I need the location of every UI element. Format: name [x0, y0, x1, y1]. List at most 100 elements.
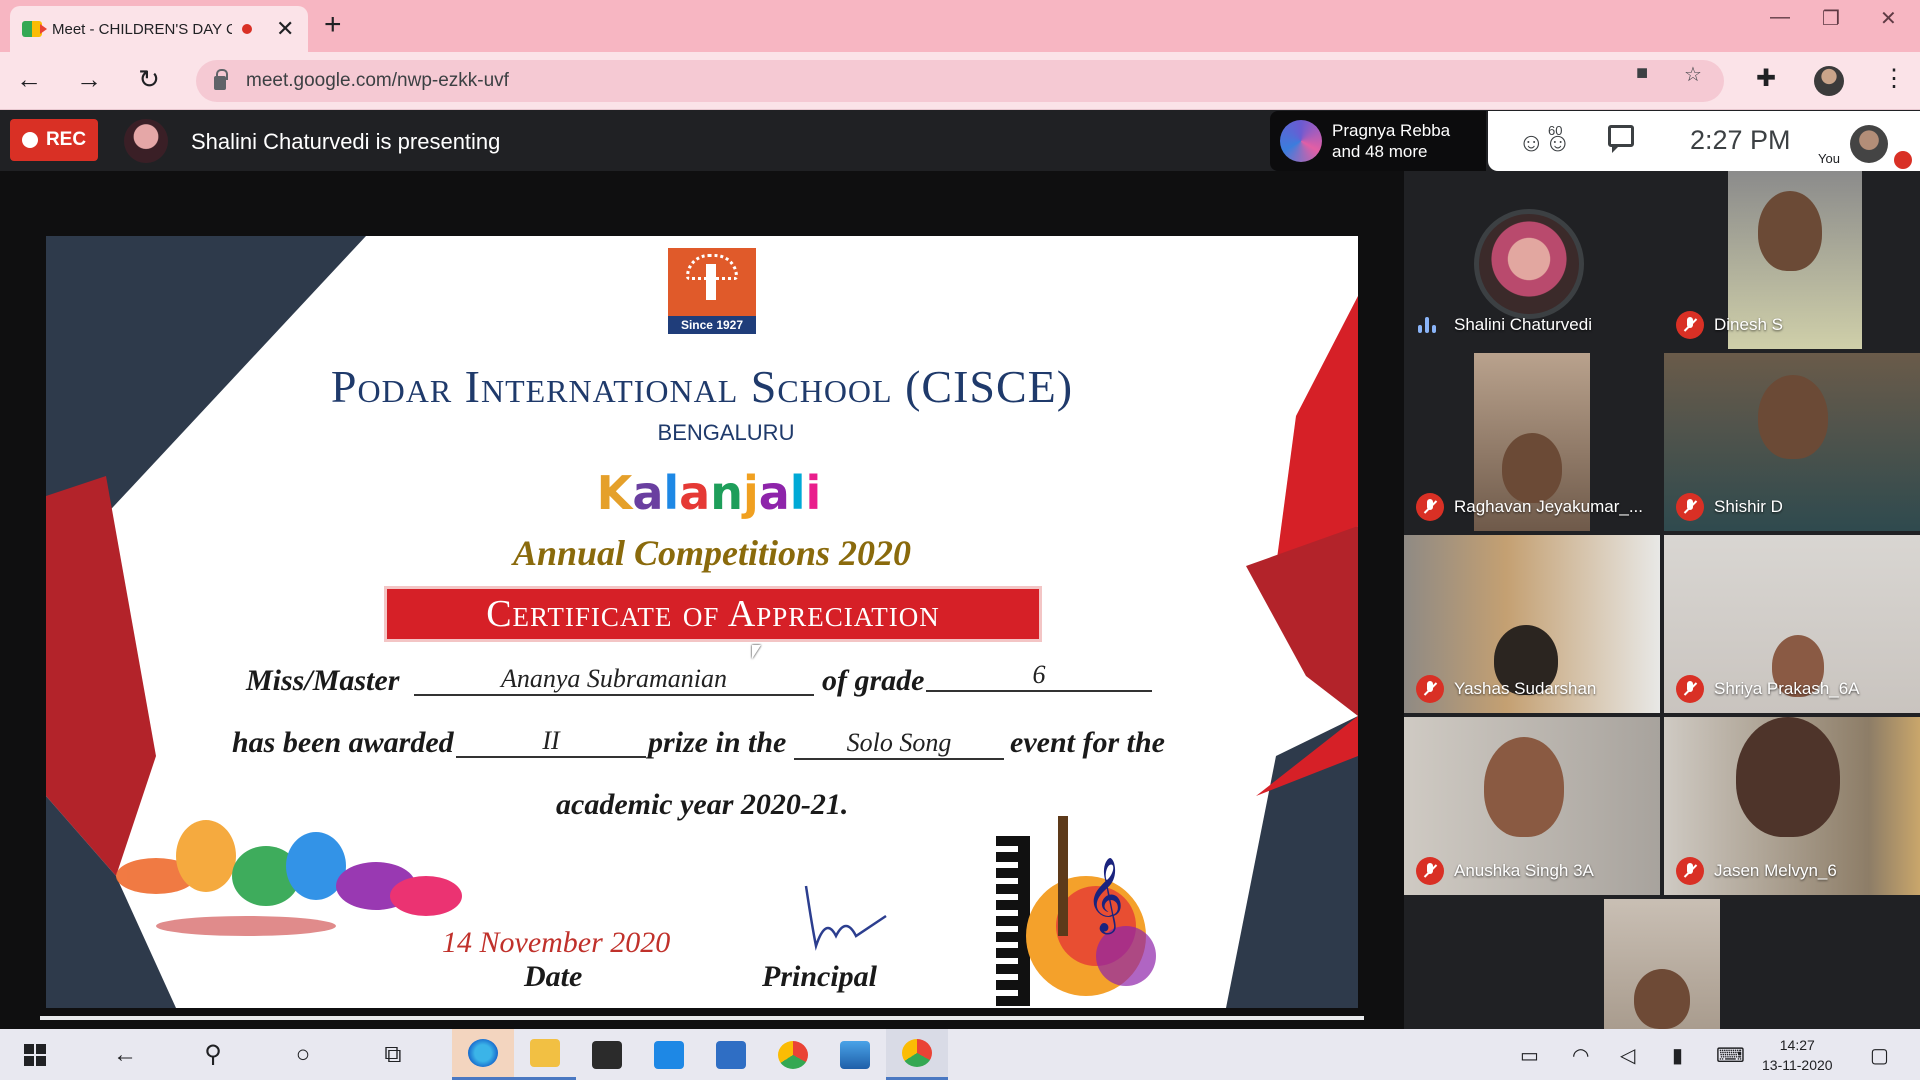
extensions-icon[interactable]: ✚ [1756, 64, 1776, 93]
participants-summary[interactable]: Pragnya Rebba and 48 more [1270, 111, 1486, 171]
participants-line1: Pragnya Rebba [1332, 121, 1451, 140]
store-icon[interactable] [576, 1029, 638, 1080]
file-explorer-icon[interactable] [514, 1029, 576, 1080]
awarded-label: has been awarded [232, 726, 454, 759]
participant-tile[interactable]: Shriya Prakash_6A [1664, 535, 1920, 713]
salutation-label: Miss/Master [246, 664, 400, 697]
muted-mic-icon [1676, 493, 1704, 521]
window-close-button[interactable]: ✕ [1880, 6, 1897, 31]
certificate-slide: 𝄞 Since 1927 Podar International School … [46, 236, 1358, 1008]
muted-mic-icon [1676, 857, 1704, 885]
participant-name: Yashas Sudarshan [1454, 679, 1597, 698]
forward-arrow-icon[interactable]: → [72, 64, 106, 95]
camera-icon[interactable]: ■ [1636, 62, 1648, 85]
meet-header: REC Shalini Chaturvedi is presenting Pra… [0, 111, 1920, 171]
lenovo-app-icon[interactable] [638, 1029, 700, 1080]
battery-icon[interactable]: ▭ [1520, 1043, 1539, 1068]
presenter-avatar [124, 119, 168, 163]
principal-label: Principal [762, 960, 878, 993]
system-clock[interactable]: 14:27 13-11-2020 [1762, 1035, 1833, 1075]
microphone-icon[interactable]: ▮ [1672, 1043, 1683, 1068]
brand-letter: i [805, 466, 822, 520]
participant-face [1758, 375, 1828, 459]
brand-letter: K [596, 466, 633, 520]
wifi-icon[interactable]: ◠ [1572, 1043, 1589, 1068]
notifications-icon[interactable]: ▢ [1870, 1043, 1889, 1068]
participant-tile[interactable]: Jasen Melvyn_6 [1664, 717, 1920, 895]
presentation-divider [40, 1016, 1364, 1020]
browser-titlebar: Meet - CHILDREN'S DAY C ✕ + — ❐ ✕ [0, 0, 1920, 52]
windows-logo-icon [24, 1043, 46, 1066]
muted-mic-icon [1676, 675, 1704, 703]
tab-close-button[interactable]: ✕ [276, 18, 294, 40]
participant-face [1634, 969, 1690, 1029]
new-tab-button[interactable]: + [324, 8, 342, 42]
school-city: BENGALURU [657, 420, 795, 445]
people-count: 60 [1548, 123, 1563, 138]
menu-kebab-icon[interactable]: ⋮ [1882, 64, 1906, 93]
chat-icon[interactable] [1608, 125, 1634, 153]
participant-name: Shishir D [1714, 497, 1783, 516]
participant-avatar [1474, 209, 1584, 319]
mail-icon[interactable] [700, 1029, 762, 1080]
participant-grid: Shalini Chaturvedi Dinesh S Raghavan Jey… [1404, 171, 1920, 1029]
participant-name: Raghavan Jeyakumar_... [1454, 497, 1643, 516]
volume-icon[interactable]: ◁ [1620, 1043, 1635, 1068]
participant-face [1484, 737, 1564, 837]
participant-name: Dinesh S [1714, 315, 1783, 334]
edge-browser-icon[interactable] [452, 1029, 514, 1080]
participant-name: Shriya Prakash_6A [1714, 679, 1860, 698]
people-icon[interactable]: ☺☺ [1518, 127, 1571, 158]
muted-mic-icon [1676, 311, 1704, 339]
participant-avatar [1280, 120, 1322, 162]
prize-label: prize in the [648, 726, 787, 759]
start-button[interactable] [4, 1029, 66, 1080]
certificate-banner: Certificate of Appreciation [384, 586, 1042, 642]
chrome-icon[interactable] [886, 1029, 948, 1080]
search-icon[interactable]: ⚲ [182, 1029, 244, 1080]
cortana-icon[interactable]: ○ [272, 1029, 334, 1080]
mouse-cursor-icon [752, 645, 761, 659]
recording-indicator-icon [242, 24, 252, 34]
address-bar[interactable]: meet.google.com/nwp-ezkk-uvf [196, 60, 1724, 102]
participant-tile[interactable]: Shishir D [1664, 353, 1920, 531]
brand-letter: l [789, 466, 806, 520]
student-name: Ananya Subramanian [414, 664, 814, 696]
meet-controls-panel: ☺☺ 60 2:27 PM You [1488, 111, 1920, 171]
self-avatar[interactable] [1850, 125, 1888, 163]
lock-icon [214, 69, 228, 90]
participant-tile[interactable]: Anushka Singh 3A [1404, 717, 1660, 895]
back-arrow-icon[interactable]: ← [94, 1029, 156, 1080]
chrome-profile-icon[interactable] [762, 1029, 824, 1080]
profile-avatar[interactable] [1814, 66, 1844, 96]
browser-tab[interactable]: Meet - CHILDREN'S DAY C ✕ [10, 6, 308, 52]
event-value: Solo Song [794, 728, 1004, 760]
certificate-date: 14 November 2020 [442, 926, 671, 959]
participant-tile[interactable]: Raghavan Jeyakumar_... [1404, 353, 1660, 531]
restore-button[interactable]: ❐ [1822, 6, 1840, 31]
reload-icon[interactable]: ↻ [132, 64, 166, 95]
participant-tile[interactable]: Dinesh S [1664, 171, 1920, 349]
minimize-button[interactable]: — [1770, 6, 1790, 29]
participant-tile[interactable]: Shalini Chaturvedi [1404, 171, 1660, 349]
logo-caption: Since 1927 [668, 316, 756, 334]
event-brand: Kalanjali [46, 466, 1358, 520]
school-logo: Since 1927 [668, 248, 756, 334]
record-dot-icon [21, 132, 38, 148]
photos-icon[interactable] [824, 1029, 886, 1080]
svg-text:𝄞: 𝄞 [1086, 858, 1124, 935]
grade-value: 6 [926, 660, 1152, 692]
participant-tile[interactable]: Yashas Sudarshan [1404, 535, 1660, 713]
bookmark-star-icon[interactable]: ☆ [1684, 62, 1702, 87]
recording-badge: REC [10, 119, 98, 161]
prize-value: II [456, 726, 646, 758]
participant-name: Shalini Chaturvedi [1454, 315, 1592, 334]
keyboard-icon[interactable]: ⌨ [1716, 1043, 1745, 1068]
date-label: Date [524, 960, 583, 993]
self-preview-tile[interactable] [1604, 899, 1720, 1029]
back-arrow-icon[interactable]: ← [12, 64, 46, 95]
task-view-icon[interactable]: ⧉ [362, 1029, 424, 1080]
event-label: event for the [1010, 726, 1165, 759]
brand-letter: n [710, 466, 743, 520]
brand-letter: a [679, 466, 711, 520]
